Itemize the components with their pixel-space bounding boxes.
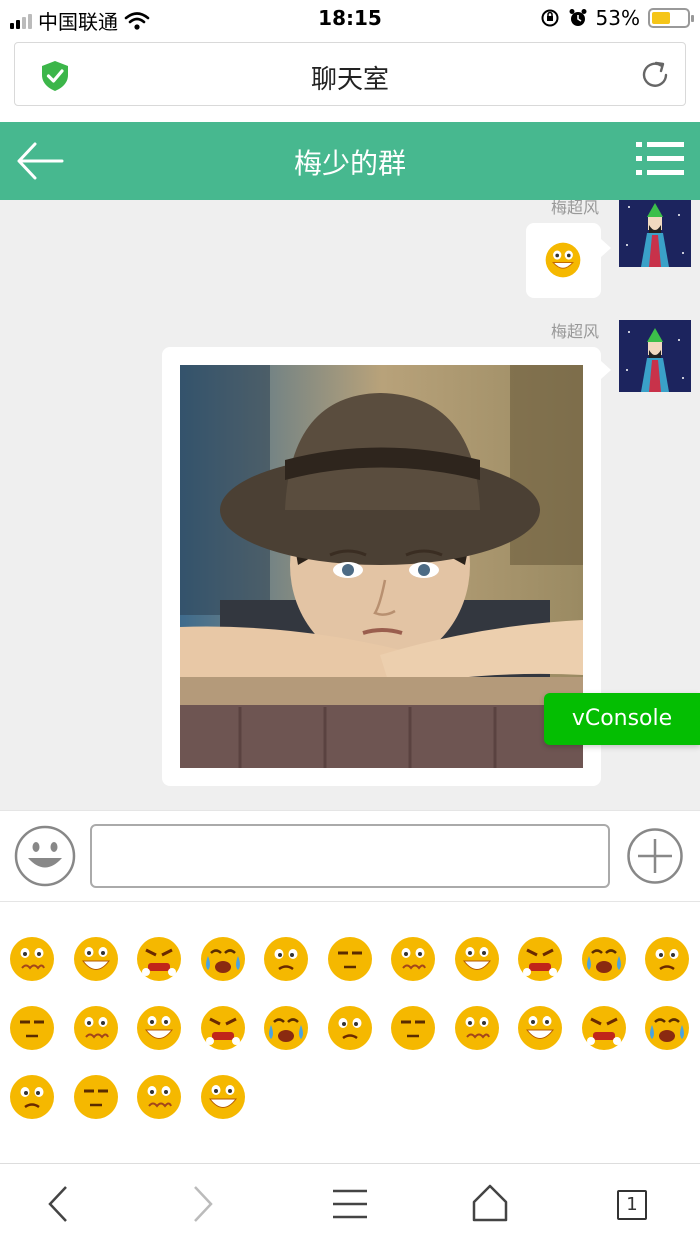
- avatar[interactable]: [619, 200, 691, 267]
- grinning-emoji-icon: [545, 242, 581, 278]
- shy-emoji-icon[interactable]: [136, 1005, 182, 1051]
- alarm-icon: [569, 9, 587, 26]
- angry-emoji-icon[interactable]: [136, 936, 182, 982]
- grinning-emoji-icon[interactable]: [73, 1005, 119, 1051]
- meh-emoji-icon[interactable]: [517, 1005, 563, 1051]
- emoji-panel: [0, 902, 700, 1164]
- crying-laughing-emoji-icon[interactable]: [200, 936, 246, 982]
- message-sender: 梅超风: [551, 322, 600, 341]
- laughing-emoji-icon[interactable]: [73, 936, 119, 982]
- plus-circle-icon[interactable]: [627, 828, 683, 884]
- status-right: 53%: [540, 6, 694, 30]
- message-sender: 梅超风: [551, 200, 600, 217]
- dizzy-emoji-icon[interactable]: [517, 936, 563, 982]
- wink-emoji-icon[interactable]: [200, 1074, 246, 1120]
- smirk-emoji-icon[interactable]: [327, 936, 373, 982]
- worried-emoji-icon[interactable]: [9, 936, 55, 982]
- sleepy-emoji-icon[interactable]: [454, 1005, 500, 1051]
- vconsole-button[interactable]: vConsole: [544, 693, 700, 745]
- status-bar: 中国联通 18:15 53%: [0, 0, 700, 36]
- confused-emoji-icon[interactable]: [263, 936, 309, 982]
- address-bar[interactable]: 聊天室: [14, 42, 686, 106]
- menu-icon[interactable]: [310, 1164, 390, 1244]
- avatar[interactable]: [619, 320, 691, 392]
- image-message-bubble[interactable]: [162, 347, 611, 786]
- forward-icon[interactable]: [163, 1164, 243, 1244]
- chat-header: 梅少的群: [0, 122, 700, 200]
- menu-list-icon[interactable]: [636, 139, 684, 179]
- group-title: 梅少的群: [293, 147, 406, 180]
- back-icon[interactable]: [18, 1164, 98, 1244]
- shared-photo[interactable]: [180, 365, 583, 768]
- battery-icon: [648, 8, 694, 28]
- kiss-emoji-icon[interactable]: [390, 1005, 436, 1051]
- rotation-lock-icon: [541, 9, 559, 27]
- scared-emoji-icon[interactable]: [9, 1074, 55, 1120]
- dead-emoji-icon[interactable]: [644, 936, 690, 982]
- screen: 中国联通 18:15 53% 聊天室 梅少的群 梅超风 梅超风 vConsole…: [0, 0, 700, 1244]
- tabs-button[interactable]: 1: [598, 1164, 678, 1244]
- sweat-emoji-icon[interactable]: [200, 1005, 246, 1051]
- smiley-icon[interactable]: [14, 825, 76, 887]
- blank-emoji-icon[interactable]: [454, 936, 500, 982]
- refresh-icon[interactable]: [639, 59, 671, 91]
- sobbing-emoji-icon[interactable]: [136, 1074, 182, 1120]
- page-title: 聊天室: [310, 65, 389, 95]
- emoji-message-bubble[interactable]: [526, 223, 611, 298]
- heart-eyes-emoji-icon[interactable]: [9, 1005, 55, 1051]
- shout-emoji-icon[interactable]: [581, 1005, 627, 1051]
- message-input[interactable]: [90, 824, 610, 888]
- sad-emoji-icon[interactable]: [263, 1005, 309, 1051]
- blissful-emoji-icon[interactable]: [73, 1074, 119, 1120]
- browser-bottom-nav: 1: [0, 1163, 700, 1244]
- home-icon[interactable]: [450, 1164, 530, 1244]
- snot-emoji-icon[interactable]: [327, 1005, 373, 1051]
- cool-emoji-icon[interactable]: [644, 1005, 690, 1051]
- pouting-emoji-icon[interactable]: [390, 936, 436, 982]
- input-bar: [0, 810, 700, 902]
- puzzled-emoji-icon[interactable]: [581, 936, 627, 982]
- tab-count: 1: [617, 1190, 647, 1220]
- battery-percent: 53%: [595, 6, 640, 30]
